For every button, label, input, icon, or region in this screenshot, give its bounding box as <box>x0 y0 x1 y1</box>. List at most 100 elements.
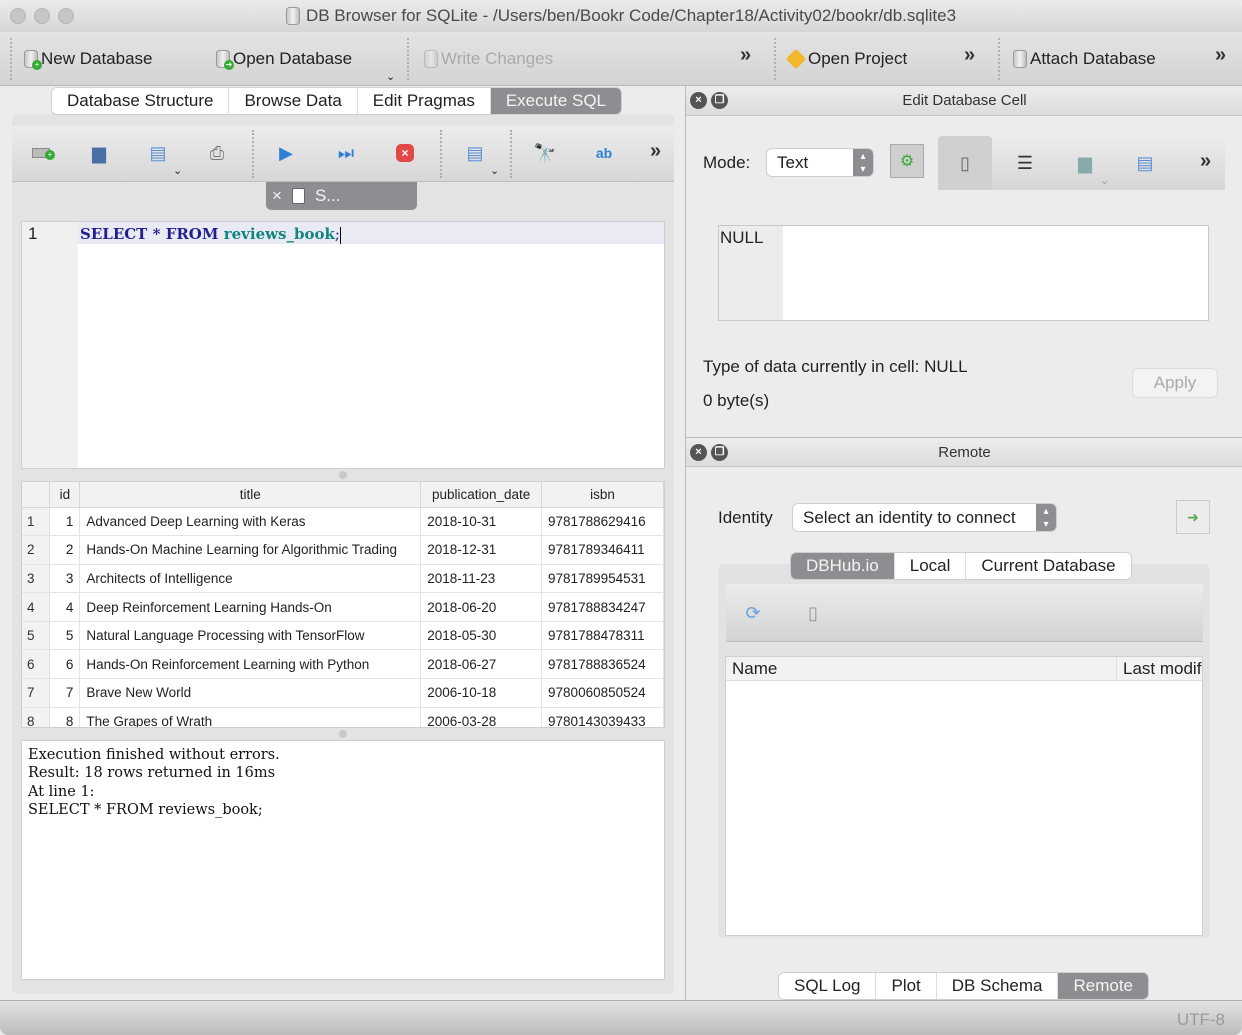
cell-title[interactable]: Hands-On Reinforcement Learning with Pyt… <box>79 649 422 680</box>
results-grid[interactable]: id title publication_date isbn 1 1 Advance… <box>21 481 665 728</box>
column-header-publication-date[interactable]: publication_date <box>420 482 543 508</box>
auto-format-toggle[interactable]: ⚙ <box>890 144 924 178</box>
close-editor-tab-icon[interactable]: × <box>272 186 282 206</box>
cell-isbn[interactable]: 9781789346411 <box>541 535 664 565</box>
zoom-window-button[interactable] <box>58 8 74 24</box>
cell-id[interactable]: 8 <box>49 707 81 727</box>
float-dock-icon[interactable]: ❐ <box>711 92 728 109</box>
column-header-title[interactable]: title <box>79 482 422 508</box>
tab-database-structure[interactable]: Database Structure <box>52 88 230 114</box>
toolbar-overflow-icon[interactable]: » <box>1215 44 1226 67</box>
open-sql-file-icon[interactable]: ▆ <box>88 142 110 164</box>
table-row[interactable]: 2 2 Hands-On Machine Learning for Algorith… <box>22 535 664 565</box>
word-wrap-icon[interactable]: ▯ <box>954 152 976 174</box>
tab-browse-data[interactable]: Browse Data <box>229 88 358 114</box>
cell-id[interactable]: 3 <box>49 564 81 594</box>
row-number[interactable]: 8 <box>22 707 51 727</box>
toolbar-overflow-icon[interactable]: » <box>964 44 975 67</box>
column-header-last-modified[interactable]: Last modif <box>1116 657 1201 681</box>
cell-title[interactable]: Advanced Deep Learning with Keras <box>79 507 422 537</box>
cell-publication-date[interactable]: 2018-12-31 <box>420 535 543 565</box>
cell-id[interactable]: 6 <box>49 649 81 680</box>
table-row[interactable]: 7 7 Brave New World 2006-10-18 9780060850524 <box>22 678 664 708</box>
find-replace-icon[interactable]: ab <box>593 142 615 164</box>
table-row[interactable]: 5 5 Natural Language Processing with Tenso… <box>22 621 664 651</box>
remote-file-list[interactable]: Name Last modif <box>725 656 1203 936</box>
save-dropdown-icon[interactable]: ⌄ <box>173 164 182 177</box>
row-number[interactable]: 4 <box>22 592 51 622</box>
cell-title[interactable]: Natural Language Processing with TensorF… <box>79 621 422 651</box>
tab-execute-sql[interactable]: Execute SQL <box>490 88 622 114</box>
editor-tab[interactable]: × S... <box>266 182 417 210</box>
row-number[interactable]: 6 <box>22 649 51 680</box>
attach-database-button[interactable]: Attach Database <box>1013 46 1156 72</box>
close-dock-icon[interactable]: × <box>690 444 707 461</box>
close-dock-icon[interactable]: × <box>690 92 707 109</box>
execute-all-icon[interactable]: ▶ <box>275 142 297 164</box>
cell-isbn[interactable]: 9781788834247 <box>541 592 664 622</box>
row-number[interactable]: 3 <box>22 564 51 594</box>
cell-publication-date[interactable]: 2018-10-31 <box>420 507 543 537</box>
save-results-icon[interactable]: ▤ <box>464 142 486 164</box>
cell-title[interactable]: Deep Reinforcement Learning Hands-On <box>79 592 422 622</box>
row-number[interactable]: 5 <box>22 621 51 651</box>
write-changes-button[interactable]: Write Changes <box>424 46 553 72</box>
tab-remote[interactable]: Remote <box>1058 973 1149 999</box>
row-number[interactable]: 1 <box>22 507 51 537</box>
save-sql-file-icon[interactable]: ▤ <box>147 142 169 164</box>
cell-publication-date[interactable]: 2018-05-30 <box>420 621 543 651</box>
close-window-button[interactable] <box>10 8 26 24</box>
open-tab-icon[interactable]: + <box>30 142 55 164</box>
table-row[interactable]: 4 4 Deep Reinforcement Learning Hands-On 20… <box>22 592 664 622</box>
cell-isbn[interactable]: 9781789954531 <box>541 564 664 594</box>
cell-id[interactable]: 4 <box>49 592 81 622</box>
cell-publication-date[interactable]: 2018-06-20 <box>420 592 543 622</box>
column-header-id[interactable]: id <box>49 482 81 508</box>
column-header-isbn[interactable]: isbn <box>541 482 664 508</box>
indent-icon[interactable]: ☰ <box>1014 152 1036 174</box>
cell-publication-date[interactable]: 2006-03-28 <box>420 707 543 727</box>
import-icon[interactable]: ▆ <box>1074 152 1096 174</box>
table-row[interactable]: 3 3 Architects of Intelligence 2018-11-23 97… <box>22 564 664 594</box>
cell-id[interactable]: 7 <box>49 678 81 708</box>
cell-title[interactable]: The Grapes of Wrath <box>79 707 422 727</box>
results-splitter-handle[interactable] <box>339 730 347 738</box>
cell-title[interactable]: Architects of Intelligence <box>79 564 422 594</box>
cell-publication-date[interactable]: 2006-10-18 <box>420 678 543 708</box>
toolbar-overflow-icon[interactable]: » <box>740 44 751 67</box>
cell-isbn[interactable]: 9781788478311 <box>541 621 664 651</box>
cell-toolbar-overflow-icon[interactable]: » <box>1200 150 1211 173</box>
column-header-name[interactable]: Name <box>732 659 777 678</box>
float-dock-icon[interactable]: ❐ <box>711 444 728 461</box>
cell-isbn[interactable]: 9781788629416 <box>541 507 664 537</box>
cell-isbn[interactable]: 9780060850524 <box>541 678 664 708</box>
cell-editor[interactable]: NULL <box>718 225 1209 321</box>
mode-select[interactable]: Text ▴ ▾ <box>767 149 873 176</box>
cell-publication-date[interactable]: 2018-06-27 <box>420 649 543 680</box>
tab-current-database[interactable]: Current Database <box>966 553 1131 579</box>
cell-publication-date[interactable]: 2018-11-23 <box>420 564 543 594</box>
print-icon[interactable]: ⎙ <box>206 142 228 164</box>
import-dropdown-icon[interactable]: ⌄ <box>1100 174 1109 187</box>
tab-sql-log[interactable]: SQL Log <box>779 973 877 999</box>
cell-id[interactable]: 2 <box>49 535 81 565</box>
find-icon[interactable]: 🔭 <box>534 142 556 164</box>
clone-database-icon[interactable]: ▯ <box>802 602 824 624</box>
save-results-dropdown-icon[interactable]: ⌄ <box>490 164 499 177</box>
row-number[interactable]: 7 <box>22 678 51 708</box>
export-icon[interactable]: ▤ <box>1134 152 1156 174</box>
open-database-dropdown-icon[interactable]: ⌄ <box>386 70 395 83</box>
table-row[interactable]: 6 6 Hands-On Reinforcement Learning with P… <box>22 649 664 680</box>
sql-editor[interactable]: 1 SELECT * FROM reviews_book; <box>21 221 665 469</box>
connect-button[interactable]: ➜ <box>1176 500 1210 534</box>
open-project-button[interactable]: Open Project <box>785 46 907 72</box>
open-database-button[interactable]: ➜ Open Database <box>216 46 352 72</box>
cell-title[interactable]: Brave New World <box>79 678 422 708</box>
cell-id[interactable]: 1 <box>49 507 81 537</box>
execute-line-icon[interactable]: ⏭ <box>335 142 357 164</box>
sql-code[interactable]: SELECT * FROM reviews_book; <box>80 225 341 244</box>
table-row[interactable]: 8 8 The Grapes of Wrath 2006-03-28 978014303… <box>22 707 664 727</box>
new-database-button[interactable]: + New Database <box>24 46 153 72</box>
table-row[interactable]: 1 1 Advanced Deep Learning with Keras 2018-… <box>22 507 664 537</box>
tab-local[interactable]: Local <box>894 553 967 579</box>
